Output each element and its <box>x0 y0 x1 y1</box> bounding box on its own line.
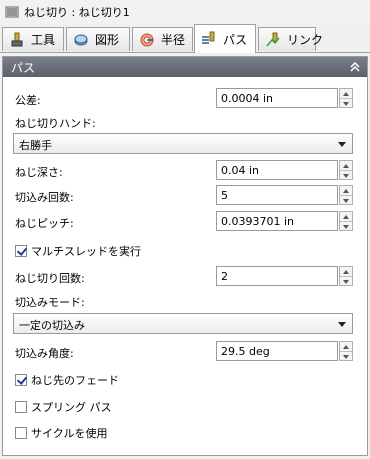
spin-up-icon[interactable] <box>340 212 352 222</box>
spin-down-icon[interactable] <box>340 171 352 180</box>
tab-label: 工具 <box>31 33 56 47</box>
depth-spinner[interactable] <box>339 160 353 180</box>
multistart-row: マルチスレッドを実行 <box>13 243 357 259</box>
tolerance-spinner[interactable] <box>339 88 353 108</box>
hand-select[interactable]: 右勝手 <box>13 133 353 154</box>
spring-pass-label: スプリング パス <box>31 401 112 414</box>
checkbox-checked-icon[interactable] <box>15 245 27 257</box>
tolerance-label: 公差: <box>15 94 41 107</box>
infeed-angle-label: 切込み角度: <box>15 347 74 360</box>
spin-down-icon[interactable] <box>340 222 352 231</box>
spring-pass-checkbox[interactable]: スプリング パス <box>15 399 112 415</box>
pitch-input[interactable]: 0.0393701 in <box>216 211 338 231</box>
tool-icon <box>11 32 23 46</box>
pitch-spinner[interactable] <box>339 211 353 231</box>
use-cycle-row: サイクルを使用 <box>13 425 357 441</box>
pitch-row: ねじピッチ: 0.0393701 in <box>13 211 357 231</box>
geometry-icon <box>74 34 88 45</box>
plunge-mode-select-row: 一定の切込み <box>13 313 357 334</box>
tab-radius[interactable]: 半径 <box>132 27 193 51</box>
tab-label: リンク <box>287 33 324 47</box>
plunge-count-label: 切込み回数: <box>15 191 74 204</box>
tab-bar: 工具 図形 半径 パス リンク <box>0 24 370 53</box>
plunge-mode-select[interactable]: 一定の切込み <box>13 313 353 334</box>
tab-geometry[interactable]: 図形 <box>66 27 130 51</box>
hand-selected: 右勝手 <box>19 139 52 152</box>
tab-tool[interactable]: 工具 <box>2 27 64 51</box>
spin-down-icon[interactable] <box>340 196 352 205</box>
tab-label: 半径 <box>161 33 186 47</box>
spin-up-icon[interactable] <box>340 342 352 352</box>
depth-input[interactable]: 0.04 in <box>216 160 338 180</box>
spin-up-icon[interactable] <box>340 186 352 196</box>
thread-count-spinner[interactable] <box>339 266 353 286</box>
depth-label: ねじ深さ: <box>15 166 63 179</box>
passes-icon <box>202 31 215 44</box>
tab-link[interactable]: リンク <box>258 27 323 51</box>
tolerance-input[interactable]: 0.0004 in <box>216 88 338 108</box>
fade-label: ねじ先のフェード <box>31 374 119 387</box>
hand-select-row: 右勝手 <box>13 133 357 154</box>
infeed-angle-row: 切込み角度: 29.5 deg <box>13 341 357 361</box>
fade-row: ねじ先のフェード <box>13 372 357 388</box>
passes-panel: パス 公差: 0.0004 in ねじ切りハンド: 右勝手 ねじ深さ: 0.04… <box>2 56 368 456</box>
tab-passes[interactable]: パス <box>194 24 256 53</box>
panel-title: パス <box>11 60 36 75</box>
thread-count-label: ねじ切り回数: <box>15 272 85 285</box>
spin-down-icon[interactable] <box>340 99 352 108</box>
link-icon <box>266 32 280 46</box>
title-bar: ねじ切り : ねじ切り1 <box>0 0 370 24</box>
tab-label: パス <box>223 32 248 47</box>
checkbox-checked-icon[interactable] <box>15 374 27 386</box>
multistart-label: マルチスレッドを実行 <box>31 245 141 258</box>
use-cycle-label: サイクルを使用 <box>31 427 108 440</box>
thread-count-row: ねじ切り回数: 2 <box>13 266 357 286</box>
panel-header[interactable]: パス <box>3 57 367 77</box>
plunge-mode-row: 切込みモード: <box>13 293 357 309</box>
collapse-icon[interactable] <box>350 62 360 72</box>
thread-count-input[interactable]: 2 <box>216 266 338 286</box>
use-cycle-checkbox[interactable]: サイクルを使用 <box>15 425 107 441</box>
spin-down-icon[interactable] <box>340 277 352 286</box>
depth-row: ねじ深さ: 0.04 in <box>13 160 357 180</box>
spin-up-icon[interactable] <box>340 89 352 99</box>
tolerance-row: 公差: 0.0004 in <box>13 88 357 108</box>
window-title: ねじ切り : ねじ切り1 <box>24 6 130 19</box>
infeed-angle-spinner[interactable] <box>339 341 353 361</box>
dropdown-arrow-icon <box>338 142 346 147</box>
hand-label: ねじ切りハンド: <box>15 117 96 130</box>
infeed-angle-input[interactable]: 29.5 deg <box>216 341 338 361</box>
dropdown-arrow-icon <box>338 322 346 327</box>
radius-icon <box>140 33 154 46</box>
plunge-count-spinner[interactable] <box>339 185 353 205</box>
spin-up-icon[interactable] <box>340 267 352 277</box>
plunge-count-input[interactable]: 5 <box>216 185 338 205</box>
fade-checkbox[interactable]: ねじ先のフェード <box>15 372 119 388</box>
plunge-mode-label: 切込みモード: <box>15 296 85 309</box>
hand-row: ねじ切りハンド: <box>13 114 357 130</box>
spring-pass-row: スプリング パス <box>13 399 357 415</box>
checkbox-unchecked-icon[interactable] <box>15 427 27 439</box>
plunge-count-row: 切込み回数: 5 <box>13 185 357 205</box>
spin-up-icon[interactable] <box>340 161 352 171</box>
spin-down-icon[interactable] <box>340 352 352 361</box>
tab-label: 図形 <box>95 33 120 47</box>
multistart-checkbox[interactable]: マルチスレッドを実行 <box>15 243 141 259</box>
checkbox-unchecked-icon[interactable] <box>15 401 27 413</box>
thread-icon <box>5 6 19 18</box>
pitch-label: ねじピッチ: <box>15 217 74 230</box>
plunge-mode-selected: 一定の切込み <box>19 319 85 332</box>
